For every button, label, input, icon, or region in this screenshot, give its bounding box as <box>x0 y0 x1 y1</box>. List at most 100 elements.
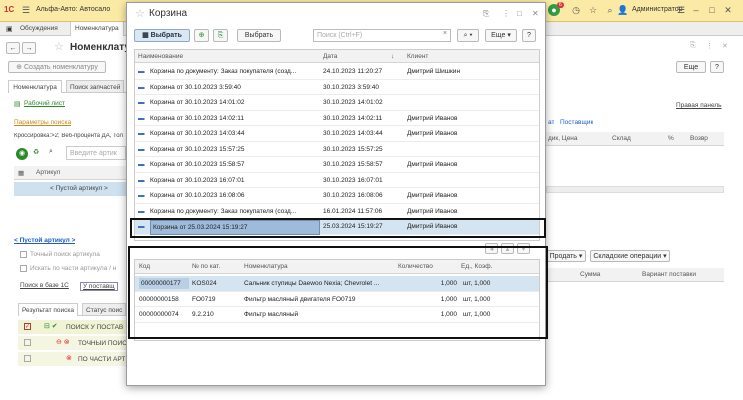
user-icon[interactable]: 👤 <box>617 4 629 16</box>
basket-row[interactable]: ▬ Корзина от 30.10.2023 16:08:06 30.10.202… <box>135 188 539 204</box>
expand-icon-1[interactable]: ⊟ ✔ <box>44 322 58 330</box>
basket-row[interactable]: ▬ Корзина от 30.10.2023 15:58:57 30.10.202… <box>135 157 539 173</box>
form-title: Номенклату <box>70 42 130 53</box>
dialog-star-icon[interactable]: ☆ <box>135 7 145 20</box>
search-small-icon[interactable]: ⌕ <box>49 148 53 156</box>
basket-doc-icon: ▬ <box>138 68 145 75</box>
dialog-more-button[interactable]: Еще ▾ <box>485 29 517 42</box>
create-label: Создать номенклатуру <box>23 64 98 71</box>
basket-name: Корзина от 30.10.2023 15:58:57 <box>150 161 245 168</box>
basket-date: 30.10.2023 14:03:44 <box>323 130 383 137</box>
search-icon[interactable]: ⌕ <box>604 4 616 16</box>
discuss-icon[interactable]: ▣ <box>6 25 13 33</box>
col-percent: % <box>668 135 674 142</box>
article-search-input[interactable]: Введите артик <box>66 146 126 160</box>
select-button-primary[interactable]: ▦ Выбрать <box>134 29 190 42</box>
dialog-link-icon[interactable]: ⎘ <box>483 9 489 19</box>
dialog-search-input[interactable]: Поиск (Ctrl+F) <box>313 29 451 42</box>
minimize-icon[interactable]: – <box>690 4 702 16</box>
worksheet-link[interactable]: Рабочий лист <box>24 100 65 107</box>
maximize-icon[interactable]: □ <box>706 4 718 16</box>
back-button[interactable]: ← <box>6 42 20 54</box>
add-icon[interactable]: ◉ <box>16 148 28 160</box>
basket-row[interactable]: ▬ Корзина от 30.10.2023 14:03:44 30.10.202… <box>135 126 539 142</box>
notification-badge: 6 <box>557 2 564 8</box>
right-tab-supplier[interactable]: Поставщик <box>560 119 593 126</box>
tab-nomenclature[interactable]: Номенклатура <box>70 22 124 36</box>
clear-search-icon[interactable]: × <box>443 30 447 37</box>
favorite-star-icon[interactable]: ☆ <box>54 40 64 53</box>
dialog-maximize-icon[interactable]: □ <box>517 9 522 18</box>
settings-icon[interactable]: ☰ <box>675 4 687 16</box>
tab-search-result[interactable]: Результат поиска <box>18 303 78 316</box>
scan-icon[interactable]: ♻ <box>33 148 39 156</box>
sell-button[interactable]: Продать ▾ <box>546 250 586 262</box>
col-client[interactable]: Клиент <box>407 53 428 60</box>
col-price: дик, Цена <box>548 135 578 142</box>
result-row-1[interactable]: ✓ ⊟ ✔ ПОИСК У ПОСТАВ <box>18 320 126 334</box>
stock-ops-button[interactable]: Складские операции ▾ <box>590 250 670 262</box>
select-icon: ▦ <box>142 32 151 39</box>
basket-row[interactable]: ▬ Корзина по документу: Заказ покупателя … <box>135 204 539 219</box>
basket-row[interactable]: ▬ Корзина от 30.10.2023 3:59:40 30.10.2023… <box>135 80 539 95</box>
menu-icon[interactable]: ☰ <box>20 4 32 16</box>
result-row-3[interactable]: ⊗ ПО ЧАСТИ АРТ <box>18 352 126 366</box>
basket-doc-icon: ▬ <box>138 176 145 184</box>
right-help-button[interactable]: ? <box>710 61 724 73</box>
dialog-help-button[interactable]: ? <box>522 29 536 42</box>
right-tab-1[interactable]: ат <box>548 119 554 126</box>
favorites-icon[interactable]: ☆ <box>587 4 599 16</box>
col-name[interactable]: Наименование <box>138 53 183 60</box>
forward-button[interactable]: → <box>22 42 36 54</box>
basket-name: Корзина от 30.10.2023 16:07:01 <box>150 176 245 184</box>
result-checkbox-1[interactable]: ✓ <box>24 323 31 330</box>
search-options-button[interactable]: ⌕ ▾ <box>457 29 479 42</box>
basket-name: Корзина по документу: Заказ покупателя (… <box>150 68 297 75</box>
basket-date: 30.10.2023 14:02:11 <box>323 114 383 122</box>
result-checkbox-3[interactable] <box>24 355 31 362</box>
basket-doc-icon: ▬ <box>138 83 145 91</box>
select-button[interactable]: Выбрать <box>237 29 281 42</box>
right-grid-header: дик, Цена Склад % Возвр <box>546 132 724 146</box>
basket-date: 30.10.2023 15:58:57 <box>323 161 383 168</box>
select-label-primary: Выбрать <box>150 32 182 39</box>
tab-search-status[interactable]: Статус поис <box>82 303 127 316</box>
right-panel-link[interactable]: Правая панель <box>676 102 722 109</box>
link-icon[interactable]: ⎘ <box>690 42 696 50</box>
basket-row[interactable]: ▬ Корзина от 30.10.2023 15:57:25 30.10.202… <box>135 142 539 157</box>
basket-row[interactable]: ▬ Корзина от 30.10.2023 14:02:11 30.10.202… <box>135 111 539 126</box>
basket-date: 30.10.2023 14:01:02 <box>323 99 383 106</box>
close-form-icon[interactable]: ✕ <box>722 42 728 50</box>
more-vert-icon[interactable]: ⋮ <box>706 42 713 50</box>
exact-search-checkbox[interactable] <box>20 251 27 258</box>
basket-row[interactable]: ▬ Корзина от 30.10.2023 16:07:01 30.10.202… <box>135 173 539 188</box>
close-icon[interactable]: ✕ <box>722 4 734 16</box>
right-scrollbar[interactable] <box>546 186 724 193</box>
empty-article-link[interactable]: < Пустой артикул > <box>14 237 75 244</box>
tab-nomenclature-sub[interactable]: Номенклатура <box>8 80 62 93</box>
right-more-button[interactable]: Еще <box>676 61 706 73</box>
add-button[interactable]: ⊕ <box>194 29 209 42</box>
result-tabs: Результат поиска Статус поис <box>18 303 127 316</box>
partial-search-checkbox[interactable] <box>20 265 27 272</box>
tab-discussions[interactable]: Обсуждения <box>20 25 58 32</box>
basket-row[interactable]: ▬ Корзина от 30.10.2023 14:01:02 30.10.202… <box>135 95 539 111</box>
empty-article-row[interactable]: < Пустой артикул > <box>14 182 126 196</box>
tab-parts-search[interactable]: Поиск запчастей <box>66 80 125 93</box>
col-date[interactable]: Дата <box>323 53 337 60</box>
history-icon[interactable]: ◷ <box>570 4 582 16</box>
dialog-menu-icon[interactable]: ⋮ <box>502 9 510 18</box>
create-nomenclature-button[interactable]: ⊕ Создать номенклатуру <box>8 61 106 73</box>
copy-button[interactable]: ⎘ <box>213 29 228 42</box>
result-row-2[interactable]: ⊖ ⊗ ТОЧНЫЙ ПОИС <box>18 336 126 350</box>
supplier-link[interactable]: У поставщ <box>80 282 118 291</box>
basket-row[interactable]: ▬ Корзина по документу: Заказ покупателя … <box>135 64 539 80</box>
search-params-link[interactable]: Параметры поиска <box>14 119 71 126</box>
dialog-title: Корзина <box>149 8 188 19</box>
error-icon-3: ⊗ <box>66 355 72 362</box>
col-stock: Склад <box>612 135 631 142</box>
result-checkbox-2[interactable] <box>24 339 31 346</box>
dialog-close-icon[interactable]: ✕ <box>532 9 539 18</box>
sort-desc-icon[interactable]: ↓ <box>391 53 394 60</box>
search-1c-link[interactable]: Поиск в базе 1С <box>20 282 69 289</box>
